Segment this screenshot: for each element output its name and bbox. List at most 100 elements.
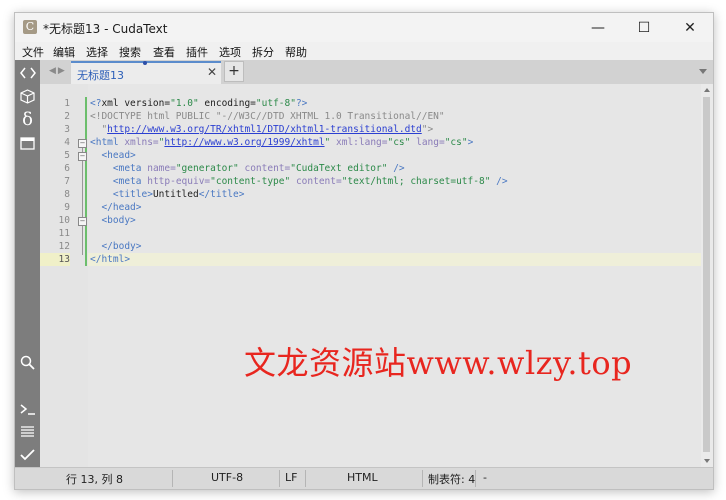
code-line[interactable]: </body> [90, 240, 142, 253]
line-number: 12 [58, 241, 70, 252]
code-token: "content-type" [210, 176, 291, 187]
status-encoding[interactable]: UTF-8 [211, 471, 243, 484]
add-tab-button[interactable]: + [224, 61, 244, 82]
close-button[interactable]: ✕ [667, 13, 713, 42]
code-line[interactable]: </html> [90, 253, 130, 266]
code-line[interactable]: <?xml version="1.0" encoding="utf-8"?> [90, 97, 307, 110]
menu-plugins[interactable]: 插件 [186, 44, 208, 60]
maximize-button[interactable]: ☐ [621, 13, 667, 42]
tab-close-icon[interactable]: ✕ [207, 65, 217, 79]
line-number: 8 [64, 189, 70, 200]
code-token: <meta [112, 163, 148, 174]
search-icon[interactable] [15, 351, 40, 373]
code-token: <html [90, 137, 125, 148]
code-line[interactable]: <!DOCTYPE html PUBLIC "-//W3C//DTD XHTML… [90, 110, 445, 123]
vertical-scrollbar[interactable] [701, 84, 713, 467]
code-token: name= [147, 163, 176, 174]
status-bar: 行 13, 列 8 UTF-8 LF HTML 制表符: 4 - [15, 467, 713, 489]
menu-options[interactable]: 选项 [219, 44, 241, 60]
modified-dot-icon [143, 61, 147, 65]
code-line[interactable]: <meta http-equiv="content-type" content=… [90, 175, 508, 188]
code-token: </body> [101, 241, 142, 252]
line-number: 2 [64, 111, 70, 122]
code-token: " [90, 124, 108, 135]
code-line[interactable]: <html xmlns="http://www.w3.org/1999/xhtm… [90, 136, 473, 149]
menu-view[interactable]: 查看 [153, 44, 175, 60]
code-token: <body> [101, 215, 136, 226]
editor-area[interactable]: 1 2 3 4 5 6 7 8 9 10 11 12 13 − − − <?xm… [40, 84, 701, 467]
status-separator [305, 470, 306, 487]
tab-menu-chevron-down-icon[interactable] [699, 69, 707, 74]
code-token: "generator" [175, 163, 239, 174]
code-token: xml version= [101, 98, 171, 109]
code-brackets-icon[interactable] [15, 62, 40, 84]
code-line[interactable] [90, 227, 113, 240]
tab-untitled13[interactable]: 无标题13 ✕ [71, 61, 221, 84]
code-token: /> [490, 176, 508, 187]
minimize-button[interactable]: — [575, 13, 621, 42]
cube-icon[interactable] [15, 85, 40, 107]
status-tab-size[interactable]: 制表符: 4 [428, 471, 475, 487]
fold-collapse-icon[interactable]: − [78, 217, 87, 226]
tab-label: 无标题13 [77, 69, 124, 82]
code-token: http-equiv= [147, 176, 211, 187]
menu-edit[interactable]: 编辑 [53, 44, 75, 60]
list-icon[interactable] [15, 420, 40, 442]
status-separator [172, 470, 173, 487]
code-line[interactable]: <meta name="generator" content="CudaText… [90, 162, 405, 175]
tab-bar: ◀▶ 无标题13 ✕ + [40, 60, 713, 84]
fold-collapse-icon[interactable]: − [78, 139, 87, 148]
status-separator [279, 470, 280, 487]
status-line-ending[interactable]: LF [285, 471, 297, 484]
line-number: 3 [64, 124, 70, 135]
code-line[interactable]: </head> [90, 201, 142, 214]
menu-file[interactable]: 文件 [22, 44, 44, 60]
fold-collapse-icon[interactable]: − [78, 152, 87, 161]
line-number: 11 [58, 228, 70, 239]
console-icon[interactable] [15, 398, 40, 420]
panel-icon[interactable] [15, 132, 40, 154]
menu-search[interactable]: 搜索 [119, 44, 141, 60]
code-token: <!DOCTYPE html PUBLIC "-//W3C//DTD XHTML… [90, 111, 445, 122]
menu-selection[interactable]: 选择 [86, 44, 108, 60]
code-token: "1.0" [170, 98, 199, 109]
code-line[interactable]: <body> [90, 214, 136, 227]
tab-scroll-arrows[interactable]: ◀▶ [49, 66, 67, 76]
status-separator [475, 470, 476, 487]
menu-split[interactable]: 拆分 [252, 44, 274, 60]
code-token: Untitled [152, 189, 199, 200]
line-number: 1 [64, 98, 70, 109]
code-token: encoding= [198, 98, 256, 109]
window-title: *无标题13 - CudaText [43, 22, 168, 36]
code-line[interactable]: <title>Untitled</title> [90, 188, 245, 201]
code-token: http://www.w3.org/TR/xhtml1/DTD/xhtml1-t… [107, 124, 422, 135]
code-token: lang= [410, 137, 445, 148]
code-token: </head> [101, 202, 142, 213]
code-token: </title> [198, 189, 245, 200]
code-line[interactable]: "http://www.w3.org/TR/xhtml1/DTD/xhtml1-… [90, 123, 433, 136]
status-separator [422, 470, 423, 487]
check-icon[interactable] [15, 444, 40, 466]
scroll-up-icon[interactable] [704, 88, 710, 92]
code-token: "cs" [387, 137, 411, 148]
app-window: C *无标题13 - CudaText — ☐ ✕ 文件 编辑 选择 搜索 查看… [14, 12, 714, 490]
status-cursor-position[interactable]: 行 13, 列 8 [66, 471, 123, 487]
fold-guide [82, 148, 83, 255]
title-bar[interactable]: C *无标题13 - CudaText — ☐ ✕ [15, 13, 713, 42]
scrollbar-thumb[interactable] [703, 97, 710, 452]
current-line-highlight [88, 253, 701, 266]
code-line[interactable]: <head> [90, 149, 135, 162]
status-lexer[interactable]: HTML [347, 471, 378, 484]
delta-icon[interactable]: δ [15, 108, 40, 130]
code-token: http://www.w3.org/1999/xhtml [164, 137, 325, 148]
menu-help[interactable]: 帮助 [285, 44, 307, 60]
code-token: content= [238, 163, 291, 174]
line-number-current: 13 [40, 253, 70, 266]
scroll-down-icon[interactable] [704, 459, 710, 463]
